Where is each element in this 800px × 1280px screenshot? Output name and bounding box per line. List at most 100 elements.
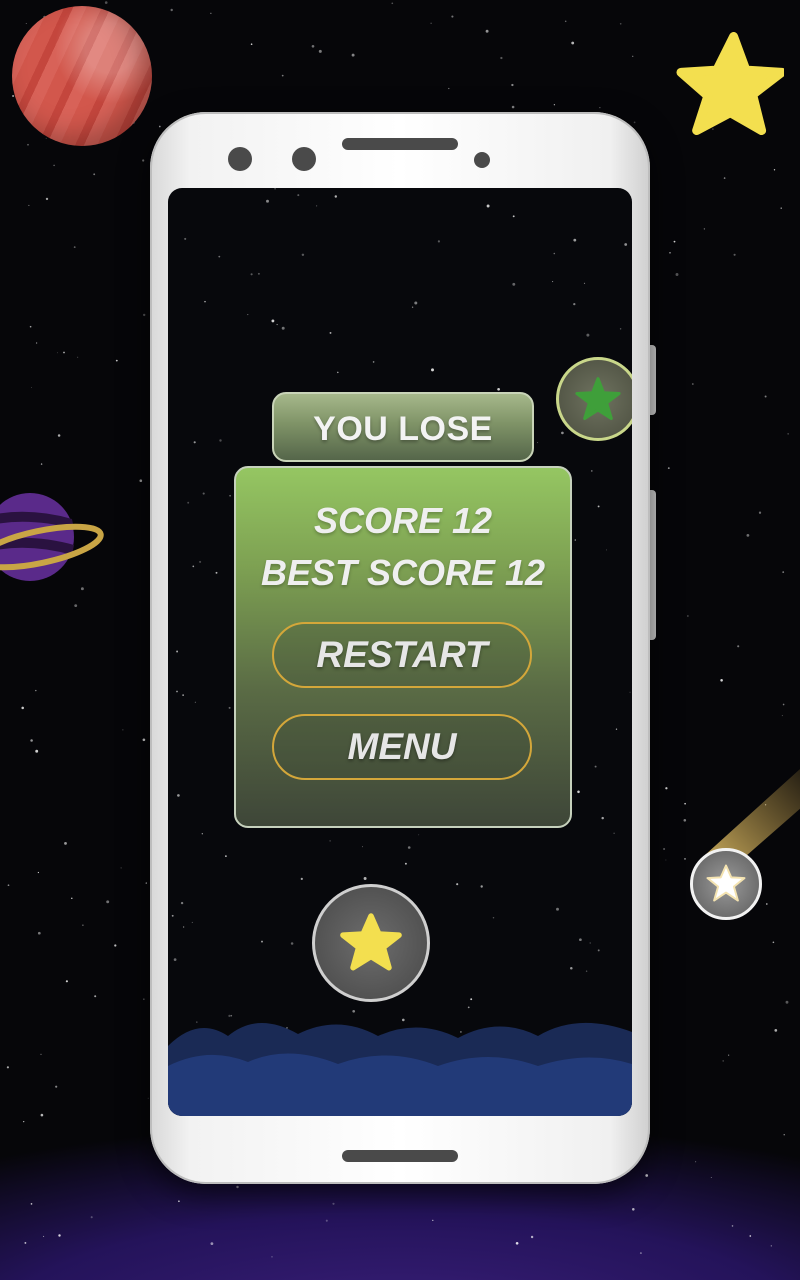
star-dot: [782, 571, 785, 573]
star-dot: [94, 995, 97, 998]
star-dot: [65, 980, 68, 983]
camera-dot: [228, 147, 252, 171]
star-dot: [414, 301, 418, 305]
comet-star-orb: [690, 848, 762, 920]
star-dot: [37, 931, 41, 935]
star-dot: [599, 107, 601, 109]
star-dot: [311, 44, 315, 48]
star-dot: [770, 1245, 772, 1247]
star-dot: [782, 703, 785, 706]
star-dot: [772, 941, 775, 944]
clouds-decoration: [168, 1022, 632, 1116]
star-dot: [746, 534, 750, 537]
star-dot: [315, 205, 318, 207]
yellow-star-orb[interactable]: [312, 884, 430, 1002]
star-dot: [318, 49, 322, 53]
star-dot: [594, 765, 597, 768]
star-dot: [552, 281, 554, 283]
star-dot: [665, 859, 667, 861]
star-dot: [147, 1097, 149, 1099]
star-dot: [570, 967, 573, 970]
star-dot: [276, 324, 278, 326]
star-dot: [77, 356, 79, 358]
camera-dot: [292, 147, 316, 171]
star-dot: [351, 53, 355, 57]
star-dot: [201, 833, 203, 835]
star-dot: [182, 926, 185, 928]
star-dot: [432, 1219, 434, 1221]
star-dot: [145, 882, 147, 884]
star-dot: [236, 1185, 239, 1189]
star-dot: [23, 1120, 25, 1123]
star-dot: [182, 694, 184, 696]
star-dot: [597, 949, 600, 952]
star-dot: [579, 938, 582, 942]
star-dot: [486, 204, 490, 208]
restart-button[interactable]: RESTART: [272, 622, 532, 688]
star-dot: [170, 8, 173, 12]
star-dot: [645, 1174, 649, 1177]
star-dot: [53, 164, 55, 167]
star-dot: [601, 816, 604, 820]
star-dot: [722, 1060, 725, 1062]
star-dot: [675, 273, 679, 276]
star-dot: [556, 907, 559, 911]
star-dot: [45, 137, 47, 139]
star-dot: [663, 847, 666, 851]
star-dot: [577, 790, 580, 794]
star-dot: [191, 921, 193, 923]
menu-label: MENU: [347, 726, 457, 767]
star-dot: [176, 650, 179, 653]
star-dot: [329, 840, 331, 842]
star-dot: [229, 494, 231, 497]
star-dot: [192, 565, 195, 568]
star-dot: [781, 715, 783, 717]
star-dot: [695, 1161, 697, 1163]
star-dot: [35, 342, 38, 344]
star-dot: [764, 395, 767, 398]
star-dot: [187, 501, 190, 504]
star-dot: [632, 55, 634, 57]
green-star-orb[interactable]: [556, 357, 632, 441]
star-dot: [142, 159, 145, 162]
star-dot: [583, 282, 586, 285]
star-dot: [24, 1241, 27, 1244]
star-dot: [204, 300, 206, 303]
star-dot: [71, 897, 73, 900]
star-dot: [257, 272, 260, 275]
star-dot: [82, 924, 84, 926]
star-dot: [219, 439, 222, 442]
star-dot: [281, 74, 284, 77]
star-dot: [334, 195, 338, 198]
star-dot: [451, 15, 454, 18]
star-dot: [199, 560, 202, 563]
star-dot: [55, 1085, 58, 1088]
star-dot: [691, 383, 694, 385]
star-dot: [512, 282, 516, 286]
star-dot: [673, 240, 676, 243]
star-dot: [35, 749, 39, 753]
star-dot: [193, 441, 196, 444]
star-dot: [297, 194, 300, 197]
star-dot: [57, 434, 61, 437]
star-dot: [171, 914, 174, 917]
star-dot: [758, 511, 762, 514]
star-dot: [6, 1066, 9, 1069]
star-icon: [340, 913, 402, 971]
menu-button[interactable]: MENU: [272, 714, 532, 780]
star-dot: [329, 331, 332, 334]
star-dot: [43, 1235, 45, 1237]
star-dot: [64, 842, 67, 845]
star-dot: [25, 22, 27, 25]
star-dot: [40, 1053, 42, 1055]
star-dot: [176, 690, 178, 693]
star-dot: [430, 22, 432, 24]
star-dot: [74, 604, 78, 608]
star-dot: [29, 325, 32, 328]
star-dot: [363, 877, 367, 880]
star-dot: [300, 877, 303, 881]
star-dot: [720, 679, 723, 682]
star-dot: [250, 43, 253, 46]
star-dot: [28, 204, 30, 206]
star-dot: [90, 1216, 93, 1219]
